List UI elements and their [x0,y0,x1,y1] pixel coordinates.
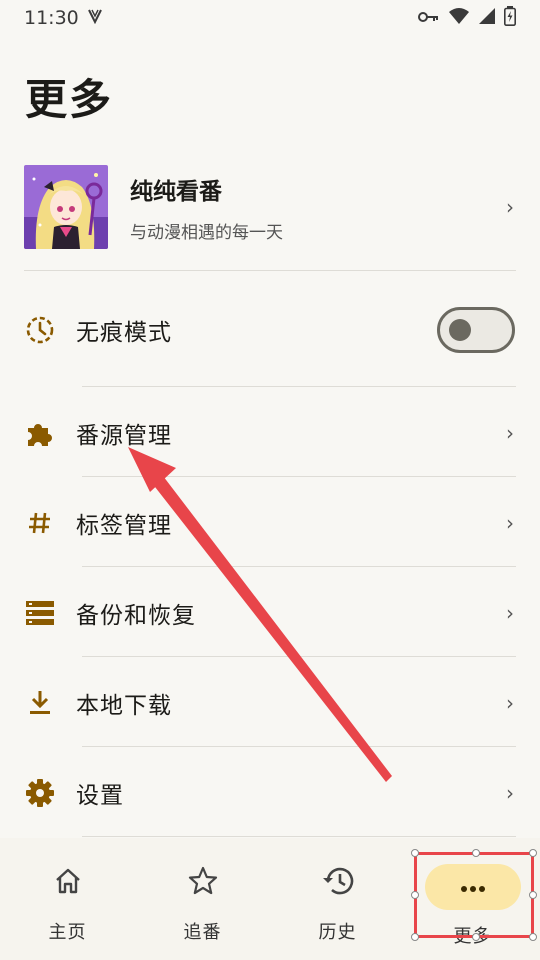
menu-label-backup: 备份和恢复 [76,603,196,629]
incognito-clock-icon [24,314,56,346]
status-bar: 11:30 [0,0,540,36]
divider [24,270,516,271]
divider [82,746,516,747]
nav-label-follow: 追番 [183,922,222,943]
page-title: 更多 [25,75,114,124]
battery-icon [504,5,516,31]
nav-item-history[interactable]: 历史 [270,838,405,960]
chevron-right-icon: › [506,601,514,625]
nav-label-history: 历史 [318,922,357,943]
chevron-right-icon: › [506,781,514,805]
key-icon [418,7,440,29]
download-icon [24,687,56,719]
app-slogan: 与动漫相遇的每一天 [130,222,283,243]
menu-label-downloads: 本地下载 [76,693,172,719]
divider [82,566,516,567]
nav-item-home[interactable]: 主页 [0,838,135,960]
selection-handle [411,933,419,941]
annotation-highlight-box [411,849,537,941]
signal-icon [478,7,496,30]
star-icon [188,864,218,898]
history-icon [322,864,354,898]
menu-label-tags: 标签管理 [76,513,172,539]
app-avatar [24,165,108,249]
chevron-right-icon: › [506,691,514,715]
incognito-toggle[interactable] [437,307,515,353]
chevron-right-icon: › [506,511,514,535]
divider [82,836,516,837]
menu-item-backup[interactable]: 备份和恢复 › [0,568,540,658]
chevron-right-icon: › [506,195,514,219]
status-time: 11:30 [24,7,79,29]
divider [82,656,516,657]
home-icon [54,864,82,898]
status-left: 11:30 [24,7,103,29]
gear-icon [24,777,56,809]
status-right [418,5,516,31]
nav-item-follow[interactable]: 追番 [135,838,270,960]
divider [82,386,516,387]
hash-icon [24,507,56,539]
profile-card[interactable]: 纯纯看番 与动漫相遇的每一天 › [24,163,524,251]
menu-item-tags[interactable]: 标签管理 › [0,478,540,568]
storage-icon [24,597,56,629]
selection-handle [472,849,480,857]
puzzle-icon [24,417,56,449]
wifi-icon [448,7,470,30]
selection-handle [529,891,537,899]
app-name: 纯纯看番 [130,178,222,205]
menu-label-settings: 设置 [76,783,124,809]
menu-item-downloads[interactable]: 本地下载 › [0,658,540,748]
menu-item-settings[interactable]: 设置 › [0,748,540,838]
nav-label-home: 主页 [48,922,87,943]
menu-label-sources: 番源管理 [76,423,172,449]
toggle-knob [449,319,471,341]
v-icon [87,7,103,29]
menu-item-incognito[interactable]: 无痕模式 [0,285,540,375]
selection-handle [472,933,480,941]
selection-handle [411,849,419,857]
profile-text: 纯纯看番 与动漫相遇的每一天 [130,172,524,243]
menu-label-incognito: 无痕模式 [76,320,172,346]
chevron-right-icon: › [506,421,514,445]
selection-handle [529,849,537,857]
divider [82,476,516,477]
selection-handle [411,891,419,899]
menu-item-sources[interactable]: 番源管理 › [0,388,540,478]
selection-handle [529,933,537,941]
